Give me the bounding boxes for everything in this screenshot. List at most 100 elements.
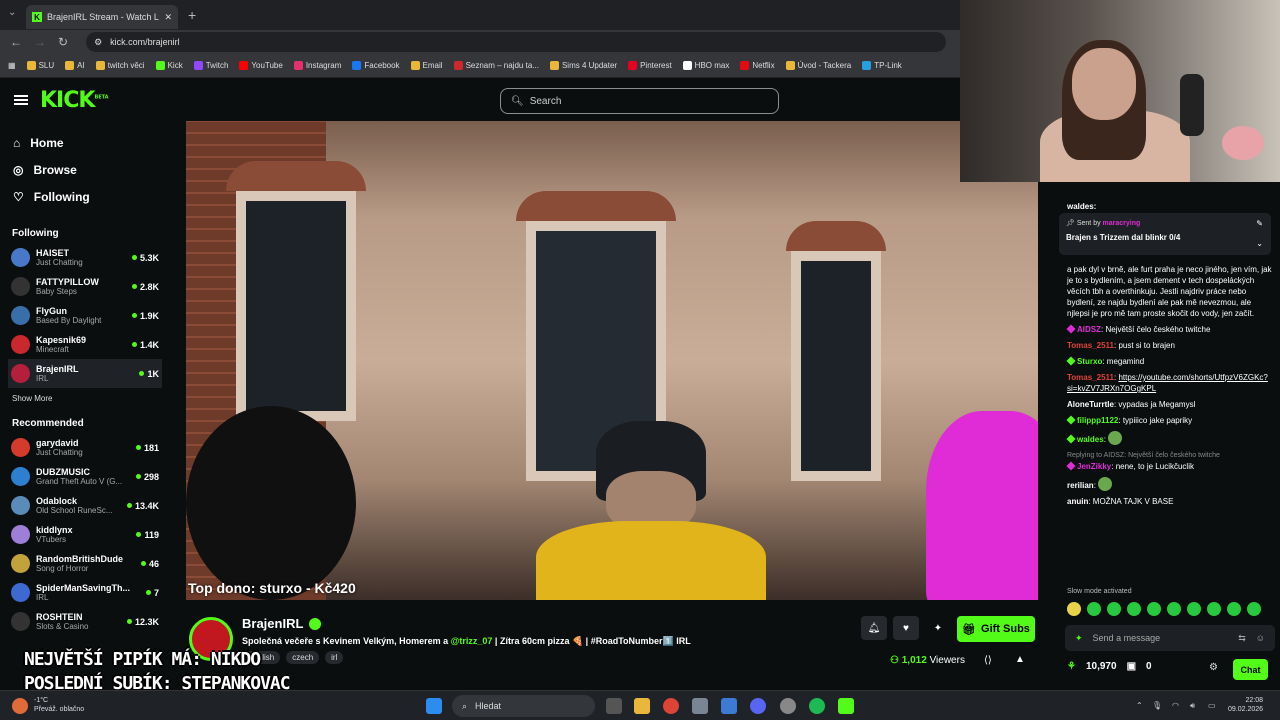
- close-tab-icon[interactable]: ✕: [164, 12, 172, 23]
- channel-item[interactable]: FlyGun Based By Daylight 1.9K: [0, 301, 170, 330]
- channel-item[interactable]: garydavid Just Chatting 181: [0, 433, 170, 462]
- bookmark-item[interactable]: TP-Link: [862, 61, 902, 70]
- chat-send-button[interactable]: Chat: [1233, 659, 1268, 680]
- tag-irl[interactable]: irl: [325, 651, 344, 664]
- nav-following[interactable]: ♡ Following: [0, 183, 170, 210]
- video-player[interactable]: Top dono: sturxo - Kč420: [186, 121, 1038, 600]
- bookmark-item[interactable]: Seznam – najdu ta...: [453, 61, 539, 70]
- obs-icon[interactable]: [780, 698, 796, 714]
- bookmark-item[interactable]: SLU: [26, 61, 54, 70]
- nav-home[interactable]: ⌂ Home: [0, 129, 170, 156]
- emote-icon[interactable]: [1187, 602, 1201, 616]
- bookmark-item[interactable]: twitch věci: [95, 61, 145, 70]
- channel-item[interactable]: SpiderManSavingTh... IRL 7: [0, 578, 170, 607]
- nav-browse[interactable]: ◎ Browse: [0, 156, 170, 183]
- channel-item[interactable]: RandomBritishDude Song of Horror 46: [0, 549, 170, 578]
- emote-icon[interactable]: [1227, 602, 1241, 616]
- show-more-link[interactable]: Show More: [0, 394, 170, 408]
- bookmark-item[interactable]: Netflix: [740, 61, 775, 70]
- bookmark-item[interactable]: Twitch: [193, 61, 228, 70]
- clip-button[interactable]: ✦: [925, 616, 951, 640]
- pinned-message[interactable]: 📌︎ Sent by maracrying Brajen s Trizzem d…: [1059, 213, 1271, 255]
- notification-bell-button[interactable]: 🔔︎: [861, 616, 887, 640]
- emote-icon[interactable]: [1247, 602, 1261, 616]
- channel-item[interactable]: ROSHTEIN Slots & Casino 12.3K: [0, 607, 170, 636]
- chat-input[interactable]: ✦ Send a message ⇆ ☺: [1065, 625, 1275, 651]
- gift-icon[interactable]: ▣: [1127, 661, 1136, 672]
- search-input[interactable]: 🔍︎ Search: [500, 88, 779, 114]
- chat-username[interactable]: waldes: [1077, 435, 1104, 444]
- chat-username[interactable]: AIDSZ: [1077, 325, 1101, 334]
- channel-item[interactable]: DUBZMUSIC Grand Theft Auto V (G... 298: [0, 462, 170, 491]
- chevron-down-icon[interactable]: ⌄: [1256, 239, 1263, 248]
- bookmark-item[interactable]: HBO max: [682, 61, 729, 70]
- system-clock[interactable]: 22:08 09.02.2026: [1228, 696, 1263, 714]
- task-view-icon[interactable]: [606, 698, 622, 714]
- tray-chevron-icon[interactable]: ⌃: [1136, 701, 1143, 710]
- reload-icon[interactable]: ↻: [58, 35, 68, 49]
- tag-czech[interactable]: czech: [286, 651, 320, 664]
- chat-username[interactable]: Tomas_2511: [1067, 341, 1114, 350]
- bookmark-item[interactable]: Sims 4 Updater: [549, 61, 617, 70]
- wifi-icon[interactable]: ◠: [1172, 701, 1179, 710]
- mention-link[interactable]: @trizz_07: [451, 636, 493, 646]
- kick-logo[interactable]: KICKBETA: [40, 88, 109, 113]
- bookmark-item[interactable]: Facebook: [352, 61, 400, 70]
- bookmark-item[interactable]: AI: [65, 61, 85, 70]
- spotify-icon[interactable]: [809, 698, 825, 714]
- volume-icon[interactable]: 🔊︎: [1190, 701, 1195, 711]
- chat-username[interactable]: AloneTurrtle: [1067, 400, 1114, 409]
- browser-tab[interactable]: K BrajenIRL Stream - Watch L... ✕: [26, 5, 178, 29]
- emoji-icon[interactable]: ☺: [1256, 633, 1265, 643]
- emote-icon[interactable]: [1067, 602, 1081, 616]
- discord-icon[interactable]: [750, 698, 766, 714]
- emote-icon[interactable]: [1107, 602, 1121, 616]
- emote-icon[interactable]: [1167, 602, 1181, 616]
- windows-start-icon[interactable]: [426, 698, 442, 714]
- chat-username[interactable]: filippp1122: [1077, 416, 1118, 425]
- share-icon[interactable]: ⟨⟩: [984, 655, 992, 666]
- settings-icon[interactable]: [692, 698, 708, 714]
- chat-username[interactable]: Sturxo: [1077, 357, 1102, 366]
- taskbar-search[interactable]: ⌕ Hledat: [452, 695, 595, 717]
- bookmark-item[interactable]: Kick: [155, 61, 183, 70]
- battery-icon[interactable]: ▭: [1208, 701, 1216, 710]
- site-info-icon[interactable]: ⚙: [94, 37, 102, 48]
- new-tab-icon[interactable]: +: [188, 7, 196, 23]
- points-icon[interactable]: ⚘: [1067, 661, 1076, 672]
- emote-icon[interactable]: [1087, 602, 1101, 616]
- sparkle-icon[interactable]: ✦: [1075, 633, 1083, 644]
- channel-item[interactable]: FATTYPILLOW Baby Steps 2.8K: [0, 272, 170, 301]
- bookmark-item[interactable]: Email: [410, 61, 443, 70]
- chat-settings-icon[interactable]: ⚙: [1209, 662, 1218, 673]
- chrome-icon[interactable]: [663, 698, 679, 714]
- forward-icon[interactable]: →: [34, 35, 46, 49]
- weather-icon[interactable]: [12, 698, 28, 714]
- emote-icon[interactable]: [1147, 602, 1161, 616]
- gift-subs-button[interactable]: 🎁︎ Gift Subs: [957, 616, 1035, 642]
- file-explorer-icon[interactable]: [634, 698, 650, 714]
- bookmark-item[interactable]: Instagram: [293, 61, 341, 70]
- channel-item[interactable]: Kapesnik69 Minecraft 1.4K: [0, 330, 170, 359]
- chat-username[interactable]: JenZikky: [1077, 462, 1111, 471]
- chat-username[interactable]: anuin: [1067, 497, 1088, 506]
- bookmark-item[interactable]: Úvod - Tackera: [785, 61, 851, 70]
- bookmark-item[interactable]: Pinterest: [628, 61, 672, 70]
- bookmark-item[interactable]: YouTube: [239, 61, 283, 70]
- channel-item[interactable]: Odablock Old School RuneSc... 13.4K: [0, 491, 170, 520]
- emote-icon[interactable]: [1127, 602, 1141, 616]
- tab-list-icon[interactable]: ⌄: [8, 7, 16, 18]
- microphone-icon[interactable]: 🎙︎: [1152, 701, 1162, 710]
- channel-item[interactable]: BrajenIRL IRL 1K: [8, 359, 162, 388]
- translate-icon[interactable]: ⇆: [1238, 633, 1246, 644]
- address-bar[interactable]: ⚙ kick.com/brajenirl: [86, 32, 947, 52]
- weather-widget[interactable]: -1°C Převáž. oblačno: [34, 696, 84, 714]
- emote-icon[interactable]: [1207, 602, 1221, 616]
- menu-icon[interactable]: [14, 95, 28, 105]
- chat-username[interactable]: rerilian: [1067, 481, 1094, 490]
- channel-item[interactable]: HAISET Just Chatting 5.3K: [0, 243, 170, 272]
- apps-icon[interactable]: ▦: [8, 61, 16, 70]
- kick-app-icon[interactable]: [838, 698, 854, 714]
- unpin-icon[interactable]: ✎: [1256, 219, 1263, 228]
- follow-button[interactable]: ♥: [893, 616, 919, 640]
